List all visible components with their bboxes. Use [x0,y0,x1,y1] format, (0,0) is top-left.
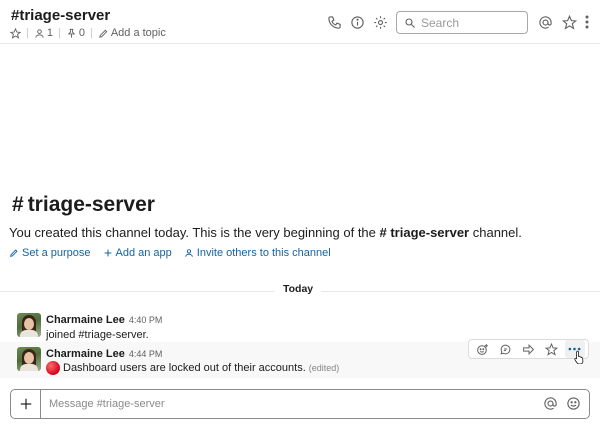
pin-icon [67,28,76,38]
pins-button[interactable]: 0 [66,27,85,39]
vertical-more-icon[interactable] [582,13,592,31]
members-count: 1 [46,27,53,39]
channel-header: #triage-server | 1 | 0 | Add a topic Sea… [0,0,600,44]
composer-right-icons [543,396,581,416]
at-mention-icon[interactable] [543,396,558,416]
pencil-icon [99,29,108,38]
add-reaction-icon[interactable] [473,340,493,358]
search-input[interactable]: Search [396,11,528,34]
attachments-button[interactable] [11,390,41,418]
search-placeholder: Search [421,15,460,30]
channel-intro-title: # triage-server [12,193,155,217]
header-info-group [348,13,366,31]
reply-in-thread-icon[interactable] [496,340,516,358]
gear-icon[interactable] [371,13,389,31]
info-icon[interactable] [348,13,366,31]
invite-others-label: Invite others to this channel [196,247,331,259]
pins-count: 0 [78,27,85,39]
add-topic-label: Add a topic [110,27,166,39]
members-button[interactable]: 1 [34,27,53,39]
search-icon [405,17,415,28]
avatar[interactable] [17,313,41,337]
message-item[interactable]: Charmaine Lee 4:40 PM joined #triage-serv… [0,308,600,342]
message-composer[interactable]: Message #triage-server [10,389,590,419]
add-topic-button[interactable]: Add a topic [98,27,166,39]
emoji-icon[interactable] [566,396,581,416]
set-purpose-link[interactable]: Set a purpose [9,247,91,259]
header-mentions-group [536,13,554,31]
star-icon [10,27,21,39]
message-actions-toolbar [468,339,589,359]
message-input[interactable]: Message #triage-server [49,398,165,410]
author-name[interactable]: Charmaine Lee [46,314,125,326]
red-circle-emoji-icon [46,361,60,375]
channel-title[interactable]: #triage-server [11,7,110,24]
person-icon [35,28,44,38]
share-message-icon[interactable] [519,340,539,358]
header-settings-group [371,13,389,31]
message-text: joined #triage-server. [46,329,149,341]
hand-cursor-icon [574,350,584,364]
channel-intro-text: You created this channel today. This is … [9,225,522,240]
star-icon[interactable] [560,13,578,31]
add-app-label: Add an app [115,247,172,259]
person-icon [184,249,193,257]
plus-icon [104,249,111,257]
set-purpose-label: Set a purpose [22,247,91,259]
at-mention-icon[interactable] [536,13,554,31]
intro-text-before: You created this channel today. This is … [9,225,380,240]
day-divider-label[interactable]: Today [275,283,322,295]
header-call-group [325,13,343,31]
message-text-row: Dashboard users are locked out of their … [46,361,339,375]
invite-others-link[interactable]: Invite others to this channel [184,247,331,259]
message-timestamp[interactable]: 4:44 PM [129,349,163,359]
plus-icon [20,398,31,410]
avatar[interactable] [17,347,41,371]
message-author: Charmaine Lee 4:44 PM [46,348,162,360]
save-star-icon[interactable] [542,340,562,358]
intro-text-after: channel. [469,225,522,240]
header-starred-group [560,13,578,31]
star-channel-button[interactable] [10,27,21,39]
channel-intro-links: Set a purpose Add an app Invite others t… [9,247,331,259]
channel-meta: | 1 | 0 | Add a topic [10,27,166,39]
hash-symbol: # [12,193,24,216]
phone-icon[interactable] [325,13,343,31]
pencil-icon [10,249,18,257]
author-name[interactable]: Charmaine Lee [46,348,125,360]
channel-intro-name: triage-server [27,193,155,216]
header-more-group [582,13,592,31]
message-text: Dashboard users are locked out of their … [63,362,306,374]
edited-label: (edited) [308,363,340,373]
channel-reference-link[interactable]: # triage-server [380,225,470,240]
message-author: Charmaine Lee 4:40 PM [46,314,162,326]
message-timestamp[interactable]: 4:40 PM [129,315,163,325]
add-app-link[interactable]: Add an app [103,247,172,259]
